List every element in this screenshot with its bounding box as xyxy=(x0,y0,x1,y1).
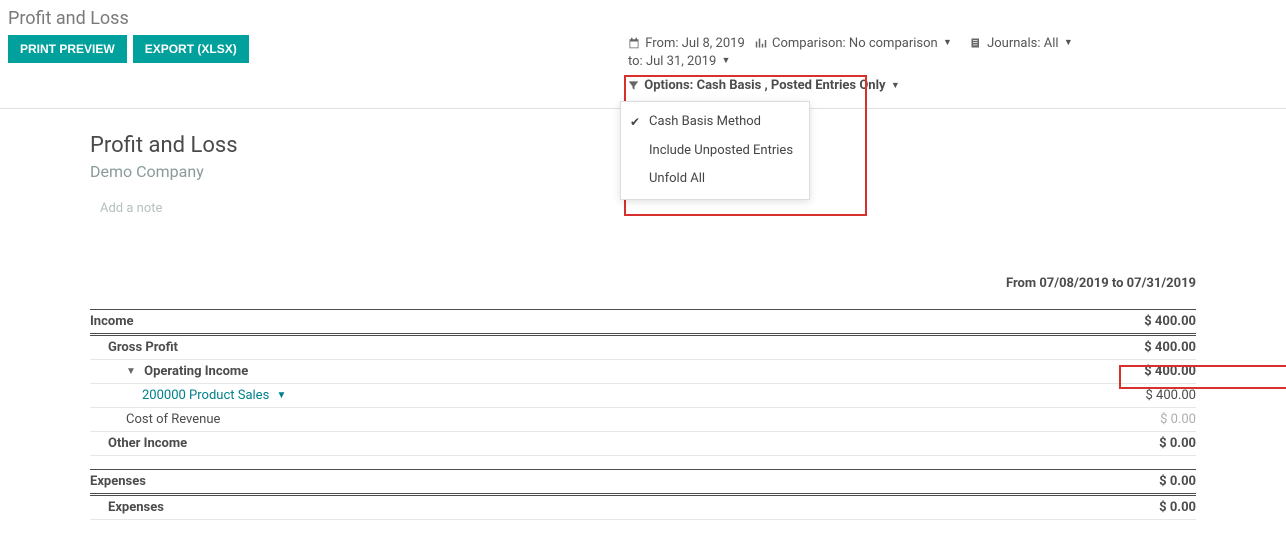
caret-down-icon[interactable]: ▼ xyxy=(126,366,136,377)
gross-profit-label: Gross Profit xyxy=(90,334,970,359)
expenses-header-row: Expenses $ 0.00 xyxy=(90,469,1196,494)
journals-label: Journals: xyxy=(987,36,1040,51)
caret-down-icon: ▼ xyxy=(722,56,731,66)
other-income-label: Other Income xyxy=(90,431,970,455)
option-label: Include Unposted Entries xyxy=(649,143,793,158)
filter-icon xyxy=(628,78,644,93)
comparison-value: No comparison xyxy=(849,36,938,51)
journals-filter[interactable]: Journals: All ▼ xyxy=(970,35,1073,53)
option-include-unposted[interactable]: Include Unposted Entries xyxy=(621,137,809,165)
option-cash-basis[interactable]: ✔ Cash Basis Method xyxy=(621,108,809,136)
report-date-range: From 07/08/2019 to 07/31/2019 xyxy=(90,276,1196,291)
income-header-row: Income $ 400.00 xyxy=(90,309,1196,334)
report-table: Income $ 400.00 Gross Profit $ 400.00 ▼ … xyxy=(90,309,1196,520)
date-from-value: Jul 8, 2019 xyxy=(682,36,745,51)
product-sales-row[interactable]: 200000 Product Sales ▼ $ 400.00 xyxy=(90,383,1196,407)
expenses-sub-value: $ 0.00 xyxy=(970,494,1196,519)
cost-of-revenue-row: Cost of Revenue $ 0.00 xyxy=(90,407,1196,431)
comparison-label: Comparison: xyxy=(772,36,846,51)
print-preview-button[interactable]: PRINT PREVIEW xyxy=(8,35,127,63)
options-dropdown: ✔ Cash Basis Method Include Unposted Ent… xyxy=(620,101,810,200)
gross-profit-value: $ 400.00 xyxy=(970,334,1196,359)
option-unfold-all[interactable]: Unfold All xyxy=(621,165,809,193)
option-label: Unfold All xyxy=(649,171,705,186)
expenses-header-value: $ 0.00 xyxy=(970,469,1196,494)
operating-income-label: ▼ Operating Income xyxy=(90,359,970,383)
expenses-sub-label: Expenses xyxy=(90,494,970,519)
caret-down-icon[interactable]: ▼ xyxy=(277,390,287,401)
check-icon: ✔ xyxy=(630,114,640,131)
gross-profit-row: Gross Profit $ 400.00 xyxy=(90,334,1196,359)
date-to-value: Jul 31, 2019 xyxy=(646,54,716,69)
expenses-header-label: Expenses xyxy=(90,469,970,494)
option-label: Cash Basis Method xyxy=(649,114,761,129)
product-sales-label[interactable]: 200000 Product Sales ▼ xyxy=(90,383,970,407)
journals-value: All xyxy=(1044,36,1059,51)
page-title: Profit and Loss xyxy=(8,8,1278,29)
other-income-value: $ 0.00 xyxy=(970,431,1196,455)
caret-down-icon: ▼ xyxy=(943,38,952,48)
caret-down-icon: ▼ xyxy=(891,81,900,91)
comparison-filter[interactable]: Comparison: No comparison ▼ xyxy=(755,35,952,53)
cost-of-revenue-value: $ 0.00 xyxy=(970,407,1196,431)
date-to-label: to: xyxy=(628,54,643,69)
options-value: Cash Basis , Posted Entries Only xyxy=(697,78,886,93)
date-from-label: From: xyxy=(645,36,678,51)
date-filter[interactable]: From: Jul 8, 2019 to: Jul 31, 2019 ▼ xyxy=(628,35,745,71)
bar-chart-icon xyxy=(755,36,772,51)
options-label: Options: xyxy=(644,78,693,93)
add-note-input[interactable]: Add a note xyxy=(90,193,1196,276)
operating-income-row[interactable]: ▼ Operating Income $ 400.00 xyxy=(90,359,1196,383)
expenses-sub-row: Expenses $ 0.00 xyxy=(90,494,1196,519)
book-icon xyxy=(970,36,987,51)
income-label: Income xyxy=(90,309,970,334)
other-income-row: Other Income $ 0.00 xyxy=(90,431,1196,455)
export-xlsx-button[interactable]: EXPORT (XLSX) xyxy=(133,35,249,63)
income-value: $ 400.00 xyxy=(970,309,1196,334)
product-sales-value: $ 400.00 xyxy=(970,383,1196,407)
calendar-icon xyxy=(628,36,645,51)
caret-down-icon: ▼ xyxy=(1064,38,1073,48)
operating-income-value: $ 400.00 xyxy=(970,359,1196,383)
options-filter[interactable]: Options: Cash Basis , Posted Entries Onl… xyxy=(628,77,900,95)
cost-of-revenue-label: Cost of Revenue xyxy=(90,407,970,431)
